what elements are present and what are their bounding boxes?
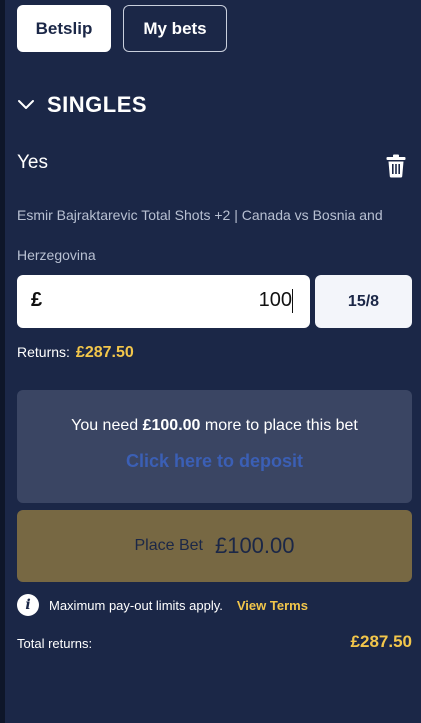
view-terms-link[interactable]: View Terms: [237, 598, 308, 613]
deposit-link[interactable]: Click here to deposit: [17, 451, 412, 472]
need-prefix: You need: [71, 417, 139, 434]
left-edge-strip: [0, 0, 5, 723]
returns-value: £287.50: [75, 344, 134, 361]
info-icon: i: [17, 594, 39, 616]
market-description: Esmir Bajraktarevic Total Shots +2 | Can…: [17, 207, 383, 263]
stake-input[interactable]: £ 100: [17, 275, 310, 328]
text-caret: [292, 289, 293, 313]
need-amount: £100.00: [142, 417, 201, 434]
singles-section-header[interactable]: SINGLES: [17, 92, 147, 118]
insufficient-funds-message: You need £100.00 more to place this bet: [17, 417, 412, 435]
currency-symbol: £: [31, 289, 43, 311]
payout-info-text: Maximum pay-out limits apply.: [49, 597, 223, 613]
deposit-panel: You need £100.00 more to place this bet …: [17, 390, 412, 503]
tab-my-bets[interactable]: My bets: [123, 5, 227, 52]
returns-label: Returns:: [17, 344, 70, 360]
betslip-tabs: Betslip My bets: [17, 5, 227, 52]
tab-betslip[interactable]: Betslip: [17, 5, 111, 52]
total-returns-label: Total returns:: [17, 636, 93, 651]
selection-name: Yes: [17, 152, 48, 173]
place-bet-amount: £100.00: [214, 533, 295, 558]
chevron-down-icon[interactable]: [17, 96, 35, 114]
returns: Returns: £287.50: [17, 344, 134, 362]
need-suffix: more to place this bet: [204, 417, 358, 434]
payout-info: i Maximum pay-out limits apply. View Ter…: [17, 594, 308, 616]
place-bet-label: Place Bet: [134, 537, 203, 554]
total-returns-value: £287.50: [350, 632, 412, 651]
trash-icon[interactable]: [386, 154, 406, 178]
place-bet-button[interactable]: Place Bet £100.00: [17, 510, 412, 582]
section-title: SINGLES: [47, 92, 148, 117]
odds-display[interactable]: 15/8: [315, 275, 412, 328]
stake-value: 100: [258, 289, 292, 311]
